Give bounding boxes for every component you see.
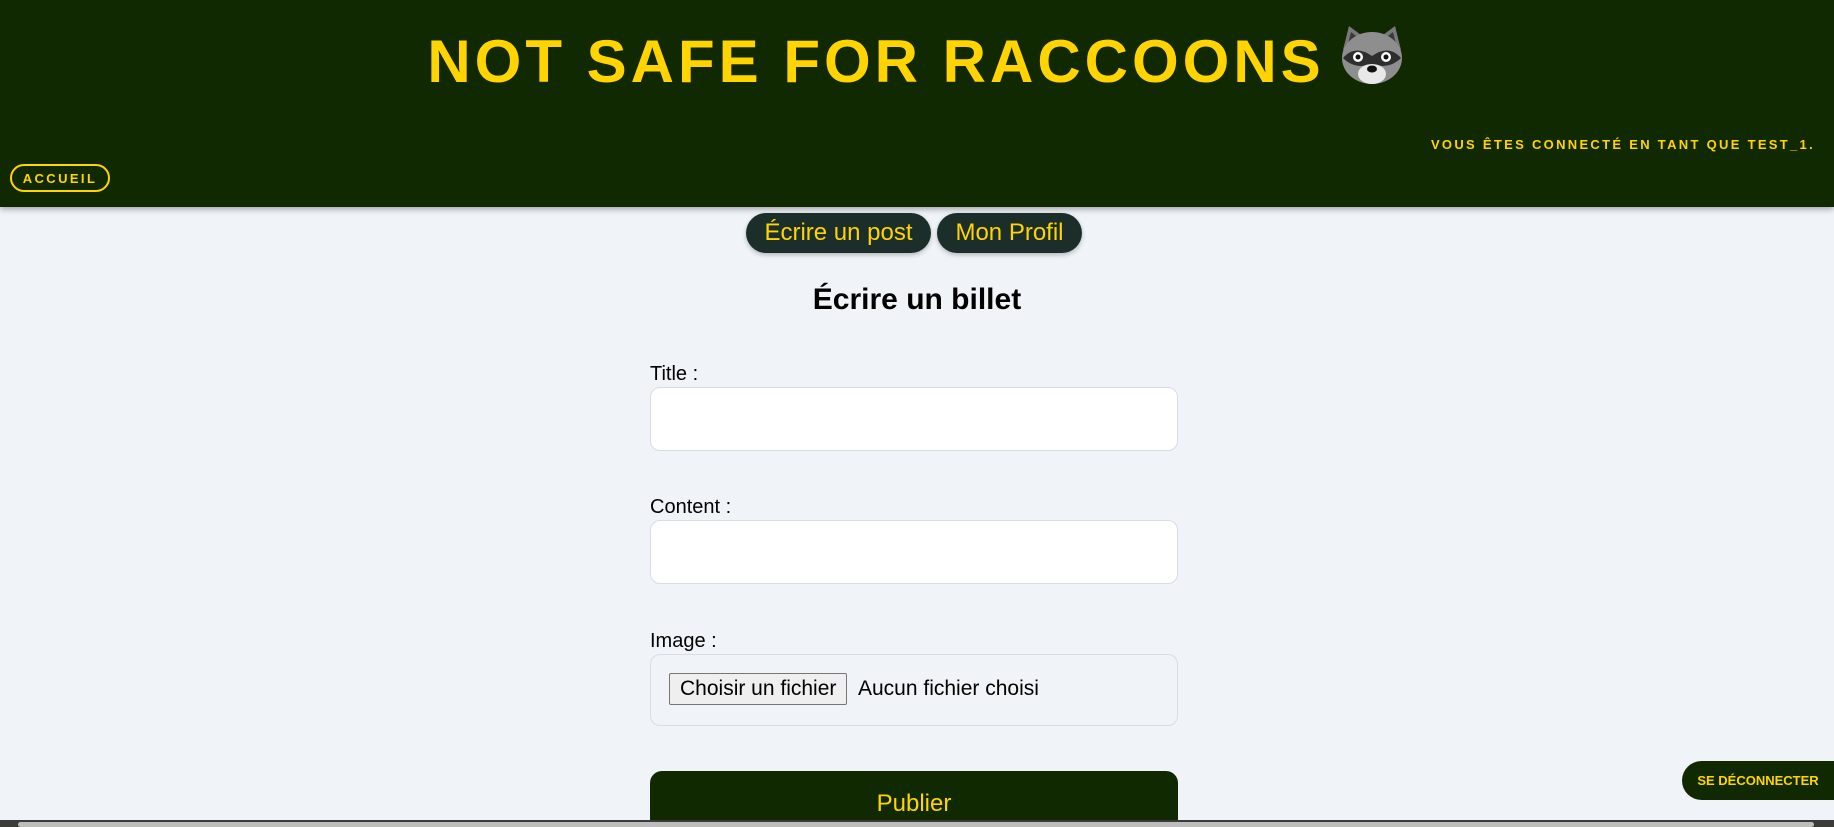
choose-file-button[interactable]: Choisir un fichier bbox=[669, 673, 848, 705]
file-status: Aucun fichier choisi bbox=[858, 677, 1039, 700]
content-label: Content : bbox=[650, 496, 732, 518]
image-file-input: Choisir un fichier Aucun fichier choisi bbox=[650, 654, 1178, 726]
raccoon-icon bbox=[1341, 26, 1402, 84]
my-profile-button[interactable]: Mon Profil bbox=[937, 213, 1082, 253]
logged-in-status: VOUS ÊTES CONNECTÉ EN TANT QUE TEST_1. bbox=[1430, 137, 1815, 152]
site-title: NOT SAFE FOR RACCOONS bbox=[0, 24, 1834, 100]
site-header: NOT SAFE FOR RACCOONS VOUS ÊTES CONNECTÉ… bbox=[0, 0, 1834, 207]
scrollbar-thumb[interactable] bbox=[18, 822, 1814, 827]
horizontal-scrollbar[interactable] bbox=[0, 820, 1834, 827]
content-input[interactable] bbox=[650, 520, 1178, 584]
site-title-text: NOT SAFE FOR RACCOONS bbox=[427, 28, 1325, 95]
write-post-button[interactable]: Écrire un post bbox=[746, 213, 931, 253]
logout-button[interactable]: SE DÉCONNECTER bbox=[1682, 761, 1834, 800]
home-button[interactable]: ACCUEIL bbox=[10, 164, 110, 192]
publish-button[interactable]: Publier bbox=[650, 771, 1178, 827]
title-input[interactable] bbox=[650, 387, 1178, 451]
page: NOT SAFE FOR RACCOONS VOUS ÊTES CONNECTÉ… bbox=[0, 0, 1834, 827]
form-heading: Écrire un billet bbox=[812, 283, 1022, 316]
title-label: Title : bbox=[650, 363, 699, 385]
image-label: Image : bbox=[650, 630, 717, 652]
